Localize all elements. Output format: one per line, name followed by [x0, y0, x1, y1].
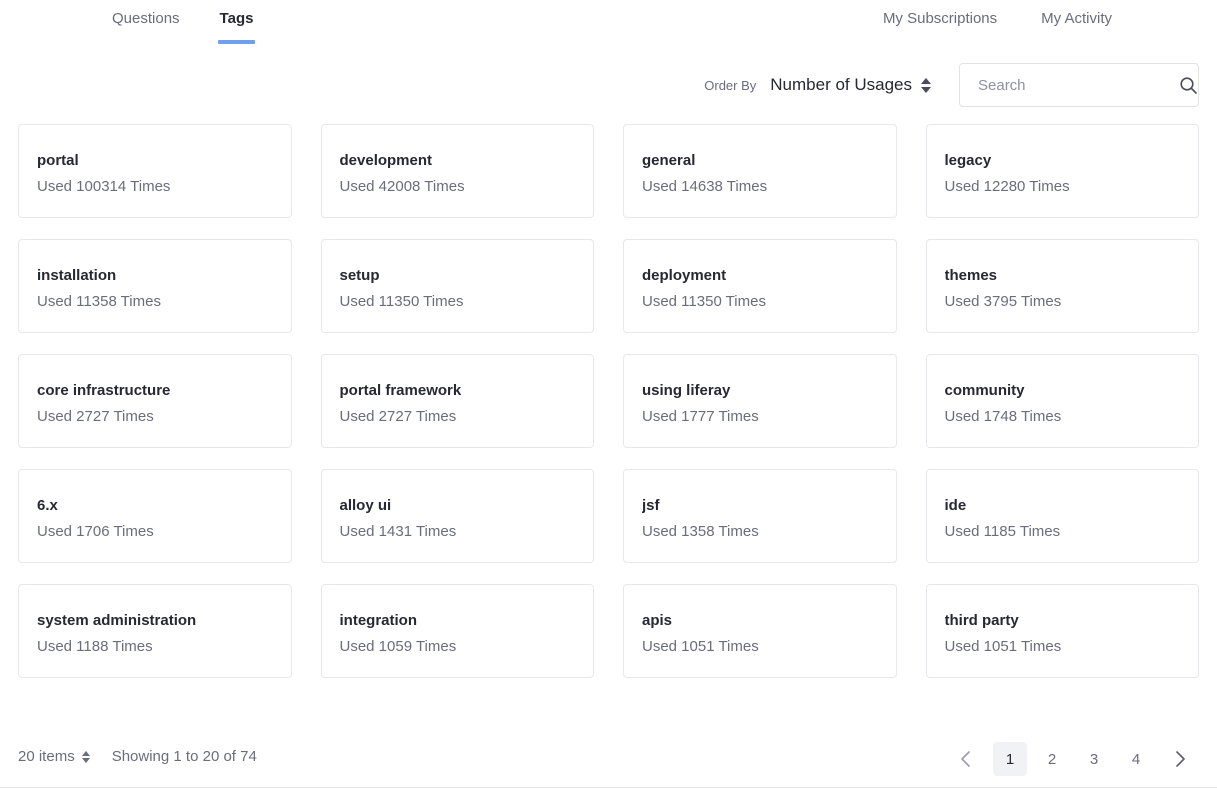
chevron-right-icon — [1176, 751, 1185, 767]
tag-card-title: themes — [944, 267, 998, 284]
sort-updown-icon — [921, 77, 931, 93]
tag-card-usage: Used 2727 Times — [339, 408, 457, 425]
order-by-label: Order By — [704, 77, 757, 93]
tag-card[interactable]: core infrastructure Used 2727 Times — [18, 354, 292, 448]
tag-card-title: jsf — [642, 497, 660, 514]
page-button[interactable]: 2 — [1035, 742, 1069, 776]
search-button[interactable] — [1179, 75, 1198, 95]
tab-questions-label: Questions — [112, 10, 180, 27]
tab-questions[interactable]: Questions — [112, 8, 180, 44]
pagination: 1234 — [943, 742, 1203, 776]
page-number-list: 1234 — [989, 742, 1157, 776]
sort-updown-icon — [81, 750, 90, 763]
items-per-page-selector[interactable]: 20 items — [18, 748, 90, 765]
tag-card-title: portal — [37, 152, 79, 169]
tag-card-title: general — [642, 152, 696, 169]
tag-card[interactable]: setup Used 11350 Times — [320, 239, 594, 333]
showing-results-text: Showing 1 to 20 of 74 — [111, 748, 257, 765]
tag-card[interactable]: integration Used 1059 Times — [320, 584, 594, 678]
tag-card-usage: Used 1748 Times — [944, 408, 1062, 425]
tag-card[interactable]: using liferay Used 1777 Times — [623, 354, 897, 448]
tag-card[interactable]: alloy ui Used 1431 Times — [320, 469, 594, 563]
tag-card-title: apis — [642, 612, 673, 629]
tag-card-usage: Used 42008 Times — [339, 178, 465, 195]
chevron-left-icon — [961, 751, 970, 767]
tag-card-usage: Used 1431 Times — [339, 523, 457, 540]
tag-card-usage: Used 12280 Times — [944, 178, 1070, 195]
page-button[interactable]: 1 — [993, 742, 1027, 776]
search-input[interactable] — [976, 75, 1179, 95]
tag-card[interactable]: ide Used 1185 Times — [925, 469, 1199, 563]
tag-card-title: third party — [944, 612, 1019, 629]
tag-card[interactable]: development Used 42008 Times — [320, 124, 594, 218]
tag-card-usage: Used 1706 Times — [37, 523, 154, 540]
tag-card[interactable]: portal framework Used 2727 Times — [320, 354, 594, 448]
order-by-selector[interactable]: Number of Usages — [770, 75, 931, 95]
nav-my-subscriptions-label: My Subscriptions — [882, 10, 998, 27]
tag-card-title: integration — [339, 612, 418, 629]
toolbar: Order By Number of Usages — [704, 63, 1199, 107]
footer: 20 items Showing 1 to 20 of 74 1234 — [0, 730, 1217, 788]
tag-card[interactable]: community Used 1748 Times — [925, 354, 1199, 448]
tag-card-usage: Used 1358 Times — [642, 523, 759, 540]
tag-card[interactable]: installation Used 11358 Times — [18, 239, 292, 333]
search-box[interactable] — [959, 63, 1199, 107]
tag-card-usage: Used 1051 Times — [642, 638, 759, 655]
nav-my-subscriptions[interactable]: My Subscriptions — [883, 8, 997, 44]
tag-card[interactable]: portal Used 100314 Times — [18, 124, 292, 218]
footer-left: 20 items Showing 1 to 20 of 74 — [18, 748, 257, 765]
tag-card-title: portal framework — [339, 382, 462, 399]
tag-card-title: core infrastructure — [37, 382, 171, 399]
tag-card-title: alloy ui — [339, 497, 392, 514]
pagination-previous[interactable] — [949, 742, 983, 776]
tag-card-usage: Used 11350 Times — [339, 293, 464, 310]
nav-my-activity-label: My Activity — [1041, 10, 1112, 27]
tag-card-title: system administration — [37, 612, 197, 629]
tag-card-usage: Used 3795 Times — [944, 293, 1062, 310]
tag-card[interactable]: jsf Used 1358 Times — [623, 469, 897, 563]
tag-card-title: installation — [37, 267, 117, 284]
tag-card[interactable]: deployment Used 11350 Times — [623, 239, 897, 333]
tag-card[interactable]: third party Used 1051 Times — [925, 584, 1199, 678]
tag-card-usage: Used 100314 Times — [37, 178, 171, 195]
tag-card[interactable]: 6.x Used 1706 Times — [18, 469, 292, 563]
tag-card-title: 6.x — [37, 497, 58, 514]
page-button[interactable]: 4 — [1119, 742, 1153, 776]
tag-card-title: deployment — [642, 267, 727, 284]
tag-card-title: ide — [944, 497, 967, 514]
tag-card-usage: Used 1059 Times — [339, 638, 457, 655]
tag-card-title: using liferay — [642, 382, 731, 399]
tag-card-usage: Used 1188 Times — [37, 638, 153, 655]
tag-card[interactable]: apis Used 1051 Times — [623, 584, 897, 678]
tag-card[interactable]: system administration Used 1188 Times — [18, 584, 292, 678]
tag-card-usage: Used 11350 Times — [642, 293, 766, 310]
order-by-value-label: Number of Usages — [770, 75, 912, 94]
tag-card-usage: Used 1185 Times — [944, 523, 1061, 540]
secondary-nav: My Subscriptions My Activity — [883, 8, 1112, 44]
tab-tags-label: Tags — [219, 10, 254, 27]
tag-card-title: community — [944, 382, 1025, 399]
tag-card-grid: portal Used 100314 Times development Used 4… — [18, 124, 1199, 678]
tab-tags[interactable]: Tags — [217, 8, 256, 44]
tag-card-usage: Used 2727 Times — [37, 408, 154, 425]
tag-card-usage: Used 1777 Times — [642, 408, 759, 425]
items-per-page-label: 20 items — [18, 748, 75, 765]
tag-card[interactable]: themes Used 3795 Times — [925, 239, 1199, 333]
pagination-next[interactable] — [1163, 742, 1197, 776]
nav-my-activity[interactable]: My Activity — [1041, 8, 1112, 44]
tag-card[interactable]: legacy Used 12280 Times — [925, 124, 1199, 218]
tag-card-title: legacy — [944, 152, 992, 169]
tag-card[interactable]: general Used 14638 Times — [623, 124, 897, 218]
tag-card-title: development — [339, 152, 433, 169]
tag-card-title: setup — [339, 267, 380, 284]
primary-tabs: Questions Tags — [112, 8, 256, 44]
top-navigation: Questions Tags My Subscriptions My Activ… — [0, 0, 1217, 48]
search-icon — [1180, 76, 1197, 94]
tag-card-usage: Used 11358 Times — [37, 293, 161, 310]
tag-card-usage: Used 1051 Times — [944, 638, 1062, 655]
tag-card-usage: Used 14638 Times — [642, 178, 768, 195]
page-button[interactable]: 3 — [1077, 742, 1111, 776]
